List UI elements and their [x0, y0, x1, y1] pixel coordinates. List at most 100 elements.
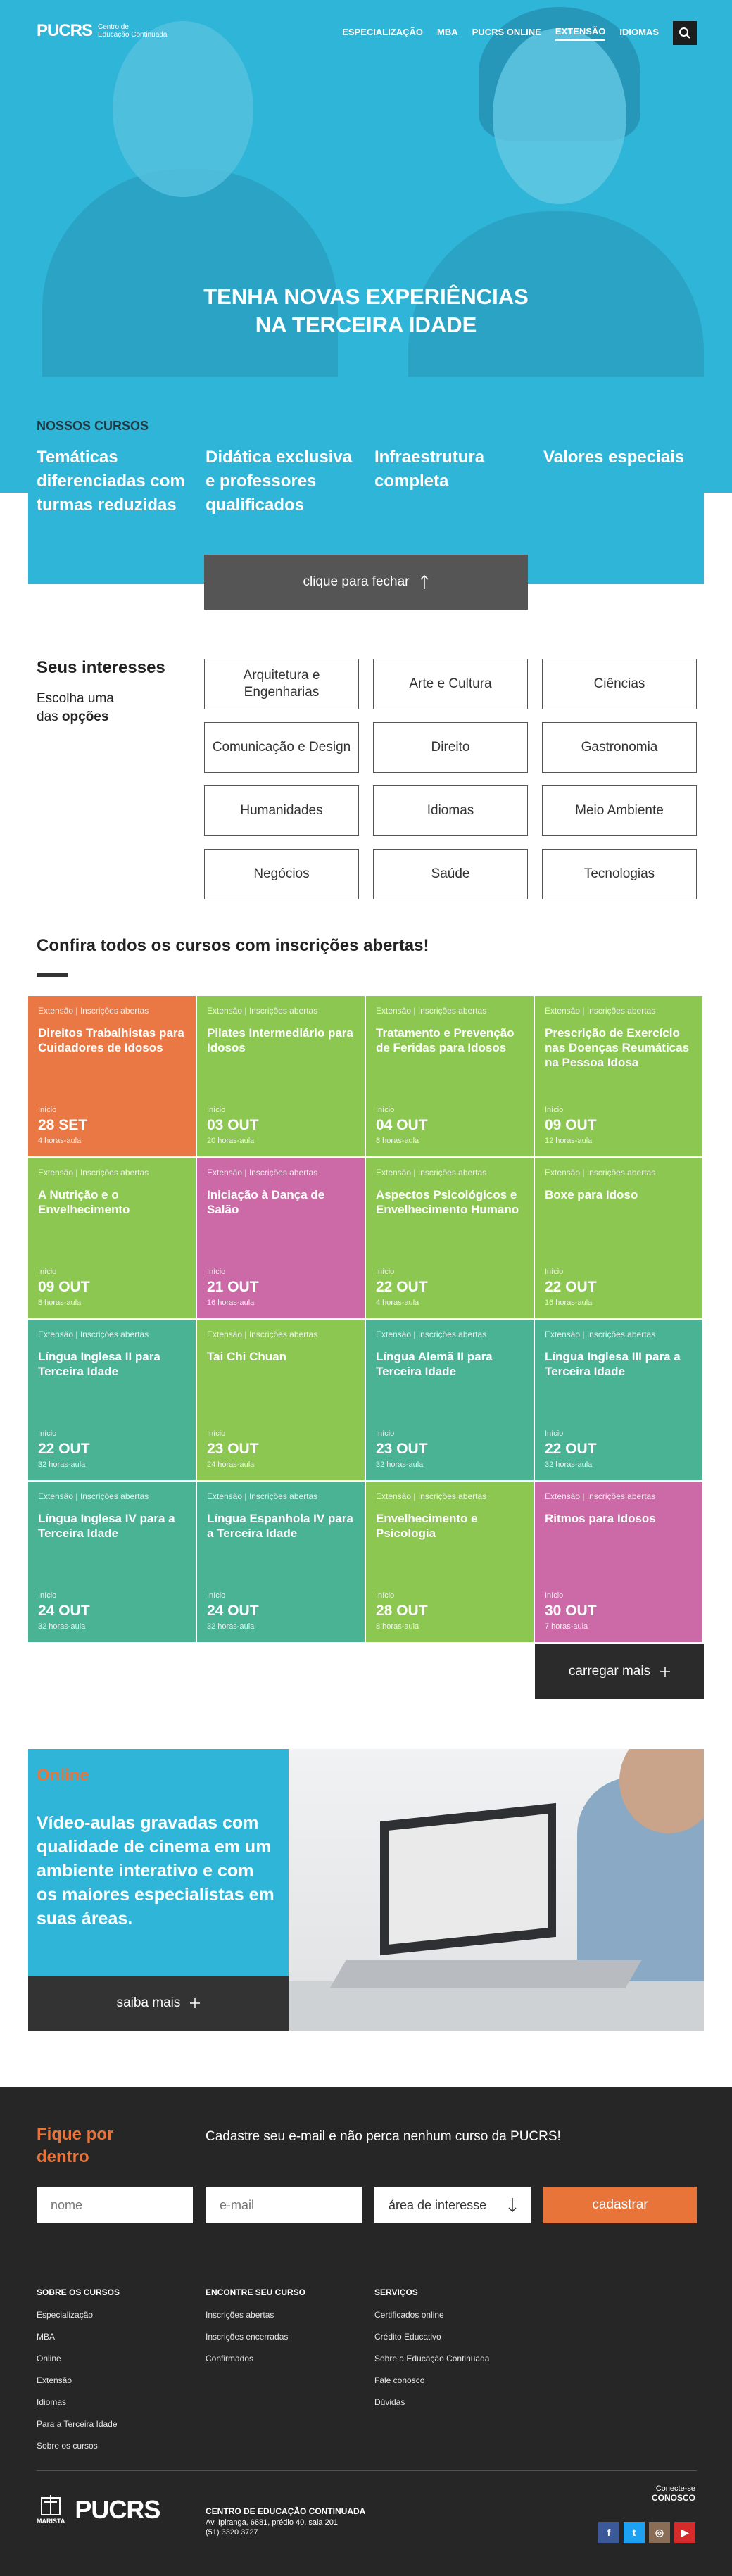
youtube-icon[interactable]: ▶: [674, 2522, 695, 2543]
footer-link[interactable]: Online: [37, 2354, 120, 2363]
course-card[interactable]: Extensão | Inscrições abertas Direitos Tr…: [28, 996, 196, 1156]
course-card[interactable]: Extensão | Inscrições abertas Pilates Int…: [197, 996, 365, 1156]
footer-link[interactable]: Sobre a Educação Continuada: [374, 2354, 489, 2363]
course-start-label: Início: [207, 1106, 226, 1114]
twitter-icon[interactable]: t: [624, 2522, 645, 2543]
facebook-icon[interactable]: f: [598, 2522, 619, 2543]
course-meta: Extensão | Inscrições abertas: [207, 1491, 318, 1501]
course-start-label: Início: [207, 1591, 226, 1600]
pucrs-logo[interactable]: PUCRS Centro de Educação Continuada: [37, 21, 167, 41]
footer-link[interactable]: Inscrições encerradas: [206, 2332, 305, 2342]
course-card[interactable]: Extensão | Inscrições abertas Envelhecime…: [366, 1482, 534, 1642]
course-card[interactable]: Extensão | Inscrições abertas Língua Ingl…: [28, 1320, 196, 1480]
marista-logo: MARISTA: [37, 2495, 65, 2525]
footer-link[interactable]: Certificados online: [374, 2310, 489, 2320]
course-card[interactable]: Extensão | Inscrições abertas Língua Ingl…: [535, 1320, 702, 1480]
email-input[interactable]: [206, 2187, 362, 2223]
footer-link[interactable]: Para a Terceira Idade: [37, 2419, 120, 2429]
learn-more-button[interactable]: saiba mais: [28, 1976, 289, 2031]
course-title: Tratamento e Prevenção de Feridas para I…: [376, 1026, 515, 1054]
footer-link[interactable]: MBA: [37, 2332, 120, 2342]
footer-logo[interactable]: MARISTA PUCRS: [37, 2495, 160, 2525]
top-navigation: PUCRS Centro de Educação Continuada ESPE…: [0, 0, 732, 63]
search-button[interactable]: [673, 21, 697, 45]
course-start-label: Início: [376, 1591, 395, 1600]
interest-tag[interactable]: Humanidades: [204, 785, 359, 836]
interest-tag[interactable]: Gastronomia: [542, 722, 697, 773]
footer-link[interactable]: Sobre os cursos: [37, 2441, 120, 2451]
footer-column-title: SERVIÇOS: [374, 2287, 418, 2297]
course-title: Boxe para Idoso: [545, 1188, 638, 1201]
footer-address: CENTRO DE EDUCAÇÃO CONTINUADA Av. Ipiran…: [206, 2506, 365, 2537]
nav-extensao[interactable]: EXTENSÃO: [555, 26, 606, 41]
footer-link[interactable]: Crédito Educativo: [374, 2332, 489, 2342]
course-hours: 20 horas-aula: [207, 1137, 255, 1145]
plus-icon: [190, 1998, 201, 2008]
course-card[interactable]: Extensão | Inscrições abertas Aspectos Ps…: [366, 1158, 534, 1318]
footer-link[interactable]: Confirmados: [206, 2354, 305, 2363]
instagram-icon[interactable]: ◎: [649, 2522, 670, 2543]
logo-subtitle-line1: Centro de: [98, 23, 129, 31]
interest-tag[interactable]: Tecnologias: [542, 849, 697, 899]
interest-tag[interactable]: Comunicação e Design: [204, 722, 359, 773]
footer-link[interactable]: Fale conosco: [374, 2375, 489, 2385]
nav-idiomas[interactable]: IDIOMAS: [619, 27, 659, 40]
interest-tag[interactable]: Negócios: [204, 849, 359, 899]
course-card[interactable]: Extensão | Inscrições abertas Prescrição …: [535, 996, 702, 1156]
course-card[interactable]: Extensão | Inscrições abertas Tai Chi Chu…: [197, 1320, 365, 1480]
interest-tag[interactable]: Arte e Cultura: [373, 659, 528, 709]
course-hours: 7 horas-aula: [545, 1622, 588, 1631]
course-date: 22 OUT: [545, 1279, 597, 1295]
name-input[interactable]: [37, 2187, 193, 2223]
course-card[interactable]: Extensão | Inscrições abertas A Nutrição …: [28, 1158, 196, 1318]
course-title: Iniciação à Dança de Salão: [207, 1188, 325, 1216]
main-nav: ESPECIALIZAÇÃO MBA PUCRS ONLINE EXTENSÃO…: [342, 21, 697, 45]
course-hours: 32 horas-aula: [545, 1460, 593, 1469]
course-hours: 16 horas-aula: [207, 1299, 255, 1307]
course-hours: 32 horas-aula: [376, 1460, 424, 1469]
footer-link[interactable]: Inscrições abertas: [206, 2310, 305, 2320]
close-panel-button[interactable]: clique para fechar: [204, 555, 528, 610]
subscribe-button[interactable]: cadastrar: [543, 2187, 697, 2223]
interest-tag[interactable]: Saúde: [373, 849, 528, 899]
course-card[interactable]: Extensão | Inscrições abertas Boxe para I…: [535, 1158, 702, 1318]
learn-more-label: saiba mais: [116, 1995, 181, 2010]
footer-link[interactable]: Especialização: [37, 2310, 120, 2320]
hero-title-line2: NA TERCEIRA IDADE: [255, 312, 477, 337]
course-card[interactable]: Extensão | Inscrições abertas Língua Ingl…: [28, 1482, 196, 1642]
interest-tag[interactable]: Meio Ambiente: [542, 785, 697, 836]
search-icon: [679, 27, 690, 39]
address-line: Av. Ipiranga, 6681, prédio 40, sala 201: [206, 2518, 338, 2527]
course-title: Pilates Intermediário para Idosos: [207, 1026, 353, 1054]
course-title: Envelhecimento e Psicologia: [376, 1512, 478, 1540]
plus-icon: [660, 1667, 671, 1677]
interest-tag[interactable]: Idiomas: [373, 785, 528, 836]
nav-especializacao[interactable]: ESPECIALIZAÇÃO: [342, 27, 423, 40]
interest-tag[interactable]: Direito: [373, 722, 528, 773]
footer-brand: PUCRS: [75, 2495, 160, 2524]
course-date: 09 OUT: [38, 1279, 90, 1295]
online-promo: Online Vídeo-aulas gravadas com qualidad…: [28, 1749, 289, 1976]
interest-tag[interactable]: Ciências: [542, 659, 697, 709]
newsletter-text: Cadastre seu e-mail e não perca nenhum c…: [206, 2129, 561, 2144]
course-meta: Extensão | Inscrições abertas: [376, 1168, 487, 1177]
course-card[interactable]: Extensão | Inscrições abertas Língua Alem…: [366, 1320, 534, 1480]
course-card[interactable]: Extensão | Inscrições abertas Ritmos para…: [535, 1482, 702, 1642]
close-panel-label: clique para fechar: [303, 574, 410, 589]
area-select[interactable]: área de interesse: [374, 2187, 531, 2223]
course-date: 21 OUT: [207, 1279, 259, 1295]
course-card[interactable]: Extensão | Inscrições abertas Língua Espa…: [197, 1482, 365, 1642]
nav-pucrs-online[interactable]: PUCRS ONLINE: [472, 27, 541, 40]
interest-tag[interactable]: Arquitetura e Engenharias: [204, 659, 359, 709]
nav-mba[interactable]: MBA: [437, 27, 458, 40]
course-date: 24 OUT: [38, 1603, 90, 1619]
footer-link[interactable]: Extensão: [37, 2375, 120, 2385]
footer-link[interactable]: Idiomas: [37, 2397, 120, 2407]
course-start-label: Início: [38, 1591, 57, 1600]
course-title: Prescrição de Exercício nas Doenças Reum…: [545, 1026, 690, 1069]
footer-link[interactable]: Dúvidas: [374, 2397, 489, 2407]
load-more-button[interactable]: carregar mais: [535, 1644, 704, 1699]
course-card[interactable]: Extensão | Inscrições abertas Iniciação à…: [197, 1158, 365, 1318]
course-card[interactable]: Extensão | Inscrições abertas Tratamento …: [366, 996, 534, 1156]
course-title: Língua Inglesa IV para a Terceira Idade: [38, 1512, 175, 1540]
